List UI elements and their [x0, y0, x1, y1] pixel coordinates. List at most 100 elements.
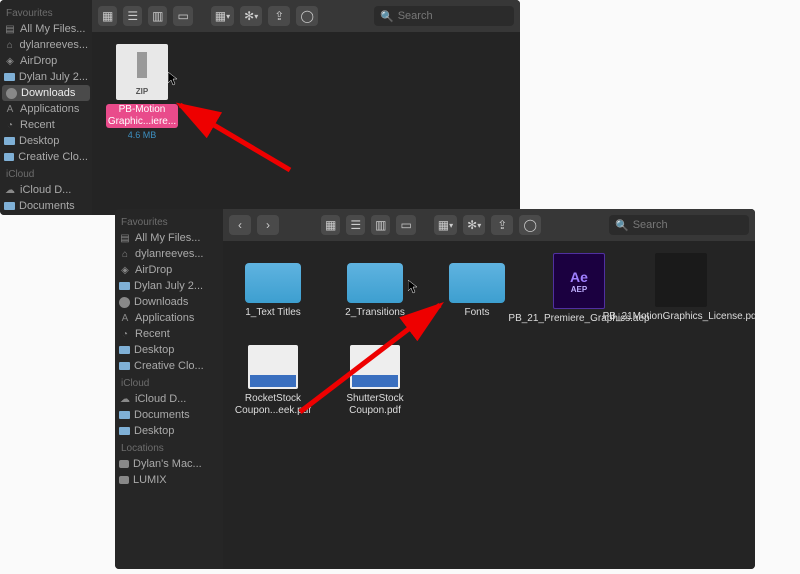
- sidebar-item-airdrop[interactable]: ◈AirDrop: [115, 262, 223, 278]
- nav-forward[interactable]: ›: [257, 215, 279, 235]
- file-label: ShutterStock Coupon.pdf: [333, 393, 417, 417]
- tags-button[interactable]: ◯: [296, 6, 318, 26]
- sidebar-item-label: dylanreeves...: [135, 248, 203, 260]
- view-list[interactable]: ☰: [123, 6, 142, 26]
- file-label: RocketStock Coupon...eek.pdf: [231, 393, 315, 417]
- search-placeholder: Search: [398, 10, 433, 22]
- section-favourites: Favourites: [0, 4, 92, 21]
- sidebar-item-label: AirDrop: [20, 55, 57, 67]
- view-icon-group[interactable]: ▦: [98, 6, 117, 26]
- main-area: ‹ › ▦ ☰ ▥ ▭ ▦ ▾ ✻ ▾ ⇪ ◯ 🔍 Search 1_Text …: [223, 209, 755, 569]
- share-button[interactable]: ⇪: [491, 215, 513, 235]
- sidebar-item-label: Dylan's Mac...: [133, 458, 202, 470]
- sidebar-item-applications[interactable]: AApplications: [0, 101, 92, 117]
- sidebar-item-dylan-s-mac-[interactable]: Dylan's Mac...: [115, 456, 223, 472]
- sidebar-item-dylan-july-2-[interactable]: Dylan July 2...: [115, 278, 223, 294]
- sidebar-item-desktop[interactable]: Desktop: [0, 133, 92, 149]
- pdf-icon: [655, 253, 707, 307]
- sidebar-item-all-my-files-[interactable]: ▤All My Files...: [115, 230, 223, 246]
- finder-window-2: Favourites ▤All My Files...⌂dylanreeves.…: [115, 209, 755, 569]
- sidebar-item-label: Downloads: [134, 296, 188, 308]
- arrange-dropdown[interactable]: ▦ ▾: [434, 215, 457, 235]
- sidebar-item-label: LUMIX: [133, 474, 167, 486]
- file-item-zip[interactable]: ZIP PB-MotionGraphic...iere... 4.6 MB: [100, 44, 184, 140]
- sidebar-item-applications[interactable]: AApplications: [115, 310, 223, 326]
- sidebar-item-creative-clo-[interactable]: Creative Clo...: [115, 358, 223, 374]
- share-button[interactable]: ⇪: [268, 6, 290, 26]
- sidebar-item-dylanreeves-[interactable]: ⌂dylanreeves...: [0, 37, 92, 53]
- sidebar-item-label: All My Files...: [135, 232, 200, 244]
- sidebar-item-dylan-july-2-[interactable]: Dylan July 2...: [0, 69, 92, 85]
- sidebar-item-label: Dylan July 2...: [19, 71, 88, 83]
- sidebar-item-documents[interactable]: Documents: [115, 407, 223, 423]
- file-label-selected: PB-MotionGraphic...iere...: [106, 104, 178, 128]
- sidebar-item-label: Recent: [135, 328, 170, 340]
- view-gallery[interactable]: ▭: [396, 215, 415, 235]
- view-columns[interactable]: ▥: [148, 6, 167, 26]
- view-columns[interactable]: ▥: [371, 215, 390, 235]
- view-icon-group[interactable]: ▦: [321, 215, 340, 235]
- file-item[interactable]: Fonts: [435, 253, 519, 325]
- sidebar-item-dylanreeves-[interactable]: ⌂dylanreeves...: [115, 246, 223, 262]
- file-item[interactable]: RocketStock Coupon...eek.pdf: [231, 339, 315, 417]
- view-list[interactable]: ☰: [346, 215, 365, 235]
- finder-window-1: Favourites ▤All My Files...⌂dylanreeves.…: [0, 0, 520, 215]
- sidebar-item-documents[interactable]: Documents: [0, 198, 92, 214]
- cursor-icon: [168, 72, 178, 86]
- sidebar-item-downloads[interactable]: Downloads: [115, 294, 223, 310]
- file-label: 1_Text Titles: [245, 307, 301, 319]
- sidebar-item-creative-clo-[interactable]: Creative Clo...: [0, 149, 92, 165]
- sidebar-item-recent[interactable]: ◔Recent: [0, 117, 92, 133]
- main-area: ▦ ☰ ▥ ▭ ▦ ▾ ✻ ▾ ⇪ ◯ 🔍 Search ZIP PB-Moti…: [92, 0, 520, 215]
- file-item[interactable]: ShutterStock Coupon.pdf: [333, 339, 417, 417]
- sidebar-item-lumix[interactable]: LUMIX: [115, 472, 223, 488]
- sidebar-item-label: Desktop: [134, 425, 174, 437]
- sidebar-item-desktop[interactable]: Desktop: [115, 423, 223, 439]
- sidebar-item-label: Recent: [20, 119, 55, 131]
- file-item[interactable]: 2_Transitions: [333, 253, 417, 325]
- nav-back[interactable]: ‹: [229, 215, 251, 235]
- img-icon: [350, 345, 400, 389]
- sidebar-item-downloads[interactable]: Downloads: [2, 85, 90, 101]
- sidebar-item-label: Documents: [134, 409, 190, 421]
- img-icon: [248, 345, 298, 389]
- sidebar-item-desktop[interactable]: Desktop: [0, 214, 92, 215]
- file-grid[interactable]: ZIP PB-MotionGraphic...iere... 4.6 MB: [92, 32, 520, 215]
- sidebar-item-label: Dylan July 2...: [134, 280, 203, 292]
- sidebar-item-label: Desktop: [134, 344, 174, 356]
- sidebar-item-all-my-files-[interactable]: ▤All My Files...: [0, 21, 92, 37]
- sidebar-item-label: Applications: [135, 312, 194, 324]
- action-dropdown[interactable]: ✻ ▾: [463, 215, 485, 235]
- file-label: 2_Transitions: [345, 307, 405, 319]
- sidebar-item-label: Downloads: [21, 87, 75, 99]
- sidebar-item-icloud-d-[interactable]: ☁iCloud D...: [0, 182, 92, 198]
- sidebar-item-label: Creative Clo...: [18, 151, 88, 163]
- tags-button[interactable]: ◯: [519, 215, 541, 235]
- cursor-icon: [408, 280, 418, 294]
- sidebar-item-icloud-d-[interactable]: ☁iCloud D...: [115, 391, 223, 407]
- file-grid[interactable]: 1_Text Titles 2_Transitions Fonts AeAEP PB_2…: [223, 241, 755, 569]
- view-gallery[interactable]: ▭: [173, 6, 192, 26]
- action-dropdown[interactable]: ✻ ▾: [240, 6, 262, 26]
- file-item[interactable]: PB_21MotionGraphics_License.pdf: [639, 253, 723, 325]
- sidebar: Favourites ▤All My Files...⌂dylanreeves.…: [0, 0, 92, 215]
- sidebar-item-label: AirDrop: [135, 264, 172, 276]
- file-label: PB_21MotionGraphics_License.pdf: [603, 311, 755, 323]
- section-locations: Locations: [115, 439, 223, 456]
- sidebar-item-airdrop[interactable]: ◈AirDrop: [0, 53, 92, 69]
- search-field[interactable]: 🔍 Search: [609, 215, 749, 235]
- sidebar-item-label: iCloud D...: [135, 393, 186, 405]
- folder-icon: [347, 263, 403, 303]
- arrange-dropdown[interactable]: ▦ ▾: [211, 6, 234, 26]
- file-item[interactable]: 1_Text Titles: [231, 253, 315, 325]
- sidebar-item-label: All My Files...: [20, 23, 85, 35]
- sidebar-item-recent[interactable]: ◔Recent: [115, 326, 223, 342]
- sidebar-item-label: dylanreeves...: [20, 39, 88, 51]
- aep-icon: AeAEP: [553, 253, 605, 309]
- folder-icon: [449, 263, 505, 303]
- sidebar-item-desktop[interactable]: Desktop: [115, 342, 223, 358]
- search-field[interactable]: 🔍 Search: [374, 6, 514, 26]
- search-icon: 🔍: [380, 10, 394, 23]
- file-label: Fonts: [464, 307, 489, 319]
- section-favourites: Favourites: [115, 213, 223, 230]
